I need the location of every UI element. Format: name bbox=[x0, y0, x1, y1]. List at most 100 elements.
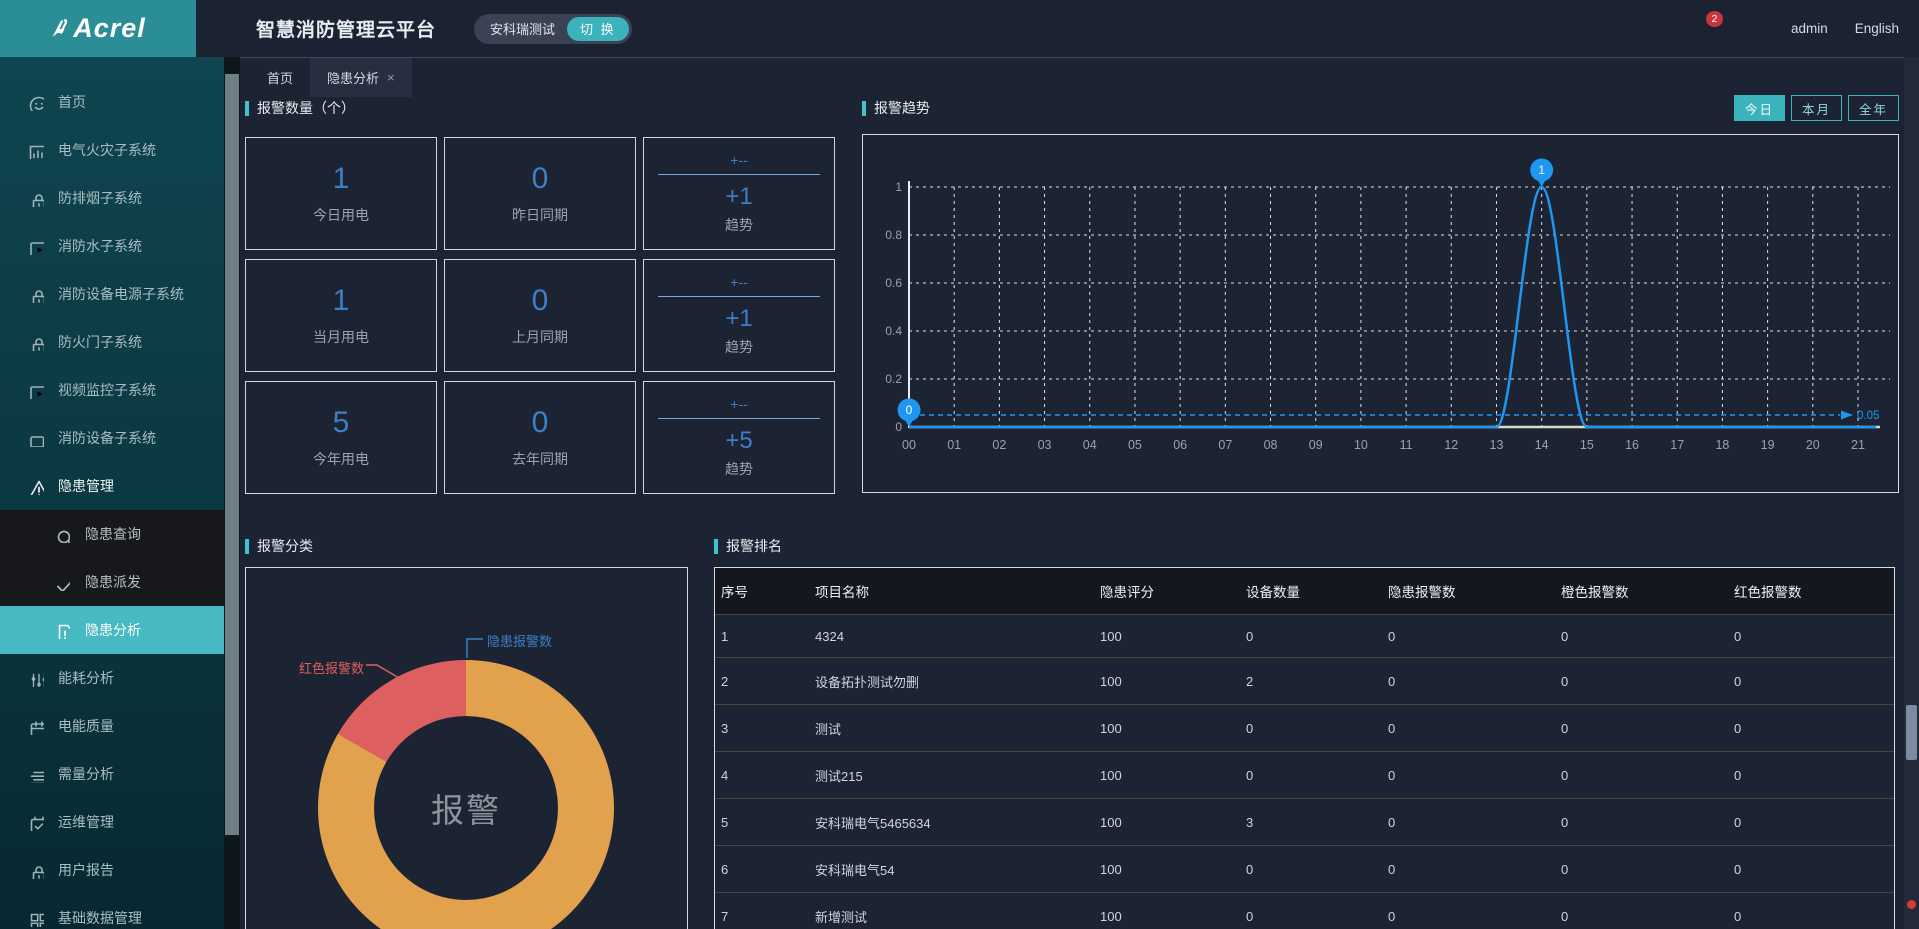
sidebar-item-energy-analysis[interactable]: 能耗分析 bbox=[0, 654, 224, 702]
table-cell: 4324 bbox=[809, 615, 1094, 658]
main-scroll-thumb[interactable] bbox=[1906, 705, 1917, 760]
scroll-down-icon[interactable] bbox=[1906, 916, 1917, 927]
sliders-icon bbox=[27, 670, 44, 687]
switch-project-button[interactable]: 切 换 bbox=[567, 17, 629, 41]
table-cell: 100 bbox=[1094, 799, 1240, 846]
svg-text:11: 11 bbox=[1400, 438, 1413, 452]
range-button-本月[interactable]: 本月 bbox=[1791, 95, 1842, 121]
table-cell: 2 bbox=[1240, 658, 1382, 705]
sidebar-item-fire-equipment-subsystem[interactable]: 消防设备子系统 bbox=[0, 414, 224, 462]
sidebar-item-label: 能耗分析 bbox=[58, 668, 114, 688]
sidebar-item-label: 首页 bbox=[58, 92, 86, 112]
table-column-header: 序号 bbox=[715, 568, 809, 615]
trend-label: 趋势 bbox=[725, 337, 753, 357]
scroll-up-icon[interactable] bbox=[1906, 60, 1917, 71]
scroll-alert-dot bbox=[1907, 900, 1916, 909]
table-cell: 100 bbox=[1094, 752, 1240, 799]
sidebar-item-electrical-fire-subsystem[interactable]: 电气火灾子系统 bbox=[0, 126, 224, 174]
stat-value: 1 bbox=[333, 284, 350, 318]
help-icon[interactable] bbox=[1743, 18, 1764, 39]
tab-hazard-analysis[interactable]: 隐患分析 × bbox=[310, 58, 412, 97]
sidebar-item-hazard-management[interactable]: 隐患管理 bbox=[0, 462, 224, 510]
title-accent-bar bbox=[862, 101, 866, 116]
user-menu[interactable]: admin bbox=[1791, 21, 1828, 36]
svg-text:0.2: 0.2 bbox=[885, 372, 902, 386]
bell-icon[interactable]: 2 bbox=[1695, 18, 1716, 39]
table-cell: 7 bbox=[715, 893, 809, 929]
table-row: 4测试2151000000 bbox=[715, 752, 1894, 799]
sidebar-item-home[interactable]: 首页 bbox=[0, 78, 224, 126]
table-cell: 安科瑞电气54 bbox=[809, 846, 1094, 893]
table-row: 7新增测试1000000 bbox=[715, 893, 1894, 929]
sidebar-item-video-monitor-subsystem[interactable]: 视频监控子系统 bbox=[0, 366, 224, 414]
table-cell: 6 bbox=[715, 846, 809, 893]
chart-icon bbox=[27, 142, 44, 159]
sidebar-scrollbar[interactable] bbox=[224, 57, 240, 929]
sidebar-item-label: 隐患分析 bbox=[85, 620, 141, 640]
trend-numerator: +-- bbox=[730, 274, 748, 290]
list-icon bbox=[27, 766, 44, 783]
stat-value: 5 bbox=[333, 406, 350, 440]
table-row: 6安科瑞电气541000000 bbox=[715, 846, 1894, 893]
alarm-ranking-table: 序号项目名称隐患评分设备数量隐患报警数橙色报警数红色报警数 1432410000… bbox=[715, 568, 1894, 929]
range-button-全年[interactable]: 全年 bbox=[1848, 95, 1899, 121]
chevron-down-icon bbox=[199, 768, 211, 780]
close-tab-icon[interactable]: × bbox=[387, 70, 395, 85]
trend-label: 趋势 bbox=[725, 215, 753, 235]
scroll-up-icon[interactable] bbox=[226, 59, 238, 71]
sidebar-item-label: 用户报告 bbox=[58, 860, 114, 880]
alarm-trend-title: 报警趋势 bbox=[862, 95, 930, 121]
trend-numerator: +-- bbox=[730, 152, 748, 168]
stat-label: 当月用电 bbox=[313, 327, 369, 347]
table-cell: 0 bbox=[1728, 658, 1894, 705]
alarm-category-title-text: 报警分类 bbox=[257, 536, 313, 556]
alarm-category-panel: 报警分类 报警隐患报警数红色报警数 bbox=[245, 533, 688, 929]
main-scrollbar[interactable] bbox=[1904, 57, 1919, 929]
collapse-sidebar-icon[interactable] bbox=[218, 18, 240, 40]
svg-text:16: 16 bbox=[1625, 438, 1639, 452]
sidebar-item-label: 隐患派发 bbox=[85, 572, 141, 592]
speaker-icon[interactable] bbox=[1647, 18, 1668, 39]
table-cell: 100 bbox=[1094, 615, 1240, 658]
sidebar-item-fire-door-subsystem[interactable]: 防火门子系统 bbox=[0, 318, 224, 366]
sidebar-item-label: 电能质量 bbox=[58, 716, 114, 736]
trend-card: +-- +5 趋势 bbox=[643, 381, 835, 494]
chevron-down-icon bbox=[199, 672, 211, 684]
fraction-line bbox=[658, 296, 820, 297]
sidebar-item-hazard-analysis[interactable]: 隐患分析 bbox=[0, 606, 224, 654]
sidebar-item-fire-equipment-power-subsystem[interactable]: 消防设备电源子系统 bbox=[0, 270, 224, 318]
table-cell: 0 bbox=[1240, 705, 1382, 752]
table-cell: 0 bbox=[1240, 846, 1382, 893]
trend-label: 趋势 bbox=[725, 459, 753, 479]
title-accent-bar bbox=[714, 539, 718, 554]
sidebar-item-basic-data-management[interactable]: 基础数据管理 bbox=[0, 894, 224, 929]
alarm-ranking-panel: 报警排名 序号项目名称隐患评分设备数量隐患报警数橙色报警数红色报警数 14324… bbox=[714, 533, 1895, 929]
tab-home[interactable]: 首页 bbox=[250, 58, 310, 97]
sidebar-item-power-quality[interactable]: 电能质量 bbox=[0, 702, 224, 750]
warning-icon bbox=[27, 478, 44, 495]
sidebar-item-label: 消防设备电源子系统 bbox=[58, 284, 184, 304]
range-button-今日[interactable]: 今日 bbox=[1734, 95, 1785, 121]
sidebar-item-smoke-exhaust-subsystem[interactable]: 防排烟子系统 bbox=[0, 174, 224, 222]
sidebar-item-demand-analysis[interactable]: 需量分析 bbox=[0, 750, 224, 798]
svg-text:20: 20 bbox=[1806, 438, 1820, 452]
sidebar-item-operation-management[interactable]: 运维管理 bbox=[0, 798, 224, 846]
sidebar-scroll-thumb[interactable] bbox=[225, 74, 239, 835]
stat-value: 0 bbox=[532, 284, 549, 318]
table-cell: 0 bbox=[1728, 893, 1894, 929]
page-title: 智慧消防管理云平台 bbox=[256, 15, 436, 42]
chevron-down-icon bbox=[199, 816, 211, 828]
alarm-category-chart: 报警隐患报警数红色报警数 bbox=[245, 567, 688, 929]
language-switch[interactable]: English bbox=[1855, 21, 1899, 36]
sidebar-item-fire-water-subsystem[interactable]: 消防水子系统 bbox=[0, 222, 224, 270]
acrel-logo-icon bbox=[50, 17, 67, 41]
table-cell: 0 bbox=[1728, 752, 1894, 799]
check-icon bbox=[53, 574, 70, 591]
svg-text:0.05: 0.05 bbox=[1857, 410, 1879, 422]
sidebar-item-hazard-dispatch[interactable]: 隐患派发 bbox=[0, 558, 224, 606]
device-icon bbox=[27, 430, 44, 447]
sidebar-item-user-report[interactable]: 用户报告 bbox=[0, 846, 224, 894]
ops-icon bbox=[27, 814, 44, 831]
sidebar-item-hazard-query[interactable]: 隐患查询 bbox=[0, 510, 224, 558]
alarm-count-title-text: 报警数量（个） bbox=[257, 98, 355, 118]
